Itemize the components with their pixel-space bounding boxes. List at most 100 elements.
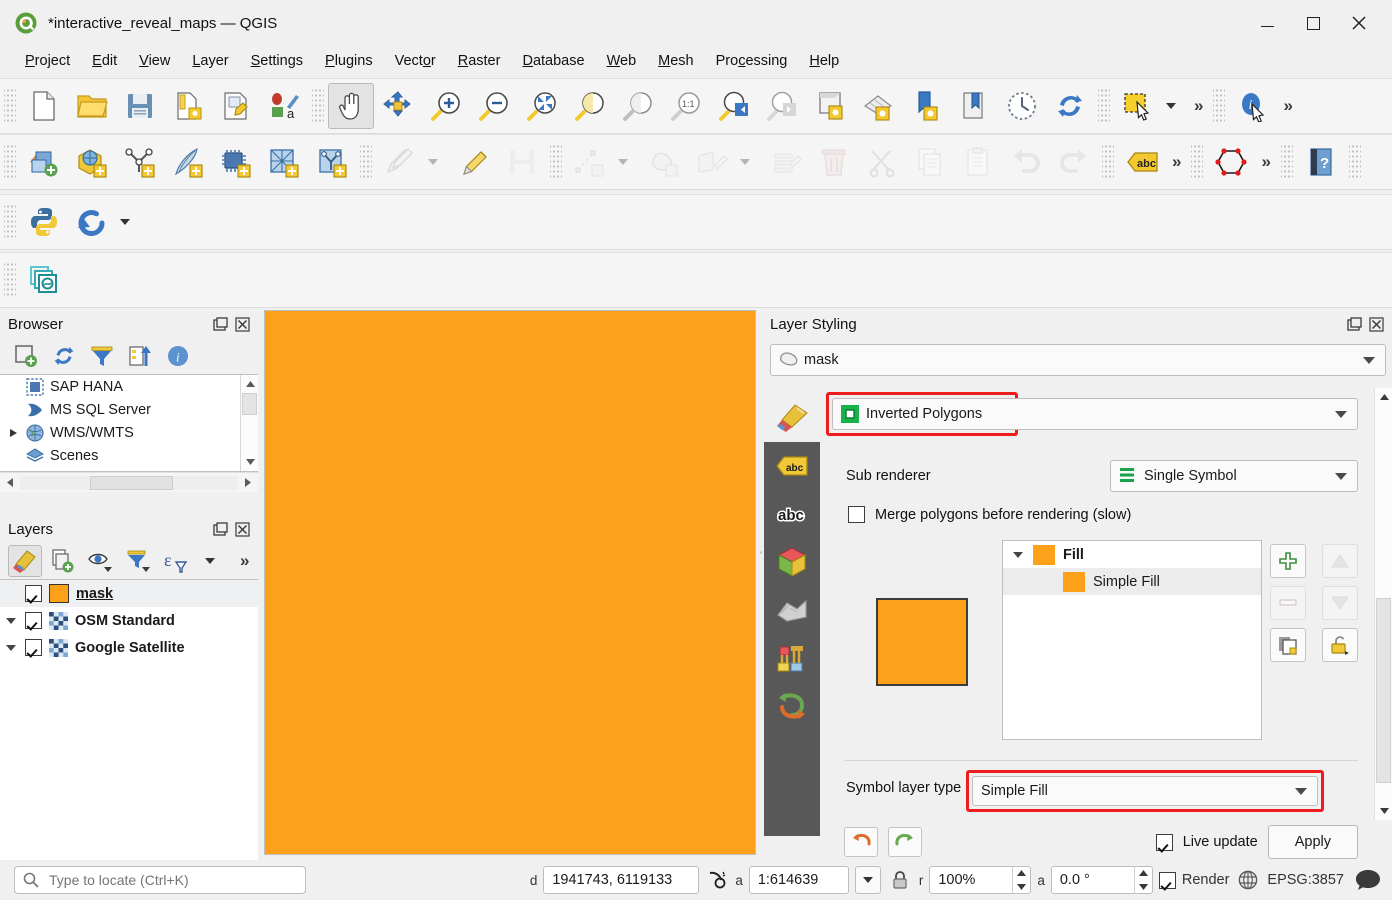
expand-toggle[interactable] (4, 645, 18, 651)
menu-web[interactable]: Web (596, 50, 648, 72)
label-toolbar-icon[interactable]: abc (1118, 138, 1166, 186)
scroll-up-button[interactable] (241, 375, 258, 393)
browser-item-scenes[interactable]: Scenes (0, 444, 258, 467)
menu-raster[interactable]: Raster (447, 50, 512, 72)
labels-tab[interactable]: abc (764, 442, 820, 490)
layer-selector-combo[interactable]: mask (770, 344, 1386, 376)
zoom-out-icon[interactable] (470, 82, 518, 130)
zoom-full-icon[interactable] (518, 82, 566, 130)
panel-splitter[interactable] (758, 310, 763, 855)
select-features-icon[interactable] (1114, 82, 1162, 130)
open-layer-styling-panel-icon[interactable] (8, 545, 42, 577)
stepper-down[interactable] (1135, 880, 1152, 894)
scroll-down-button[interactable] (241, 453, 258, 471)
menu-database[interactable]: Database (511, 50, 595, 72)
undock-icon[interactable] (1344, 315, 1364, 333)
scrollbar-thumb[interactable] (90, 476, 173, 490)
locator-widget[interactable] (14, 866, 306, 894)
menu-edit[interactable]: Edit (81, 50, 128, 72)
expand-toggle[interactable] (1011, 552, 1025, 558)
symbol-tree-row[interactable]: Simple Fill (1003, 568, 1261, 595)
close-icon[interactable] (1366, 315, 1386, 333)
merge-polygons-checkbox[interactable] (848, 506, 865, 523)
add-delimited-text-layer-icon[interactable] (164, 138, 212, 186)
current-edits-dropdown-icon[interactable] (424, 138, 450, 186)
new-map-view-icon[interactable] (806, 82, 854, 130)
new-bookmark-icon[interactable] (902, 82, 950, 130)
modify-attributes-2-icon[interactable] (762, 138, 810, 186)
redo-icon[interactable] (1050, 138, 1098, 186)
stepper-up[interactable] (1013, 866, 1030, 880)
add-wms-layer-icon[interactable] (68, 138, 116, 186)
add-postgis-layer-icon[interactable] (212, 138, 260, 186)
browser-horizontal-scrollbar[interactable] (0, 472, 258, 492)
undock-icon[interactable] (210, 520, 230, 538)
chevron-down-icon[interactable] (1335, 411, 1347, 418)
lock-color-button[interactable] (1322, 628, 1358, 662)
toolbar-overflow-icon[interactable]: » (1277, 96, 1298, 116)
map-canvas[interactable] (264, 310, 756, 855)
python-console-icon[interactable] (20, 198, 68, 246)
sub-renderer-combo[interactable]: Single Symbol (1110, 460, 1358, 492)
plugin-reload-dropdown-icon[interactable] (116, 198, 142, 246)
toolbar-handle[interactable] (1281, 145, 1293, 179)
add-line-feature-icon[interactable] (566, 138, 614, 186)
stepper-down[interactable] (1013, 880, 1030, 894)
add-spatialite-layer-icon[interactable] (308, 138, 356, 186)
add-feature-dropdown-icon[interactable] (614, 138, 640, 186)
add-vector-layer-icon[interactable] (116, 138, 164, 186)
masks-tab[interactable]: abc (764, 490, 820, 538)
scroll-up-button[interactable] (1375, 388, 1392, 406)
toolbar-handle[interactable] (4, 263, 16, 297)
open-data-source-manager-icon[interactable] (20, 138, 68, 186)
undo-icon[interactable] (1002, 138, 1050, 186)
toolbar-handle[interactable] (312, 89, 324, 123)
zoom-to-selection-icon[interactable] (566, 82, 614, 130)
apply-button[interactable]: Apply (1268, 825, 1358, 859)
toolbar-handle[interactable] (1098, 89, 1110, 123)
layer-styling-vertical-scrollbar[interactable] (1374, 388, 1392, 820)
delete-selected-icon[interactable] (810, 138, 858, 186)
scroll-left-button[interactable] (0, 473, 20, 493)
vertex-tool-icon[interactable] (640, 138, 688, 186)
layer-visibility-checkbox[interactable] (25, 585, 42, 602)
menu-help[interactable]: Help (798, 50, 850, 72)
zoom-last-icon[interactable] (710, 82, 758, 130)
refresh-icon[interactable] (1046, 82, 1094, 130)
collapse-all-icon[interactable] (122, 340, 158, 372)
zoom-next-icon[interactable] (758, 82, 806, 130)
crs-value[interactable]: EPSG:3857 (1267, 872, 1344, 888)
identify-features-icon[interactable]: i (1229, 82, 1277, 130)
duplicate-symbol-layer-button[interactable] (1270, 628, 1306, 662)
messages-log-icon[interactable] (1350, 869, 1386, 891)
symbology-tab[interactable] (764, 394, 820, 442)
magnifier-field[interactable]: 100% (929, 866, 1031, 894)
toolbar-overflow-icon[interactable]: » (1188, 96, 1209, 116)
close-icon[interactable] (232, 520, 252, 538)
move-symbol-layer-up-button[interactable] (1322, 544, 1358, 578)
browser-item-wms-wmts[interactable]: WMS/WMTS (0, 421, 258, 444)
lock-scale-icon[interactable] (887, 870, 913, 890)
help-contents-icon[interactable]: ? (1297, 138, 1345, 186)
layers-toolbar-overflow-icon[interactable]: » (234, 551, 255, 571)
rotation-field[interactable]: 0.0 ° (1051, 866, 1153, 894)
shape-digitizing-icon[interactable] (1207, 138, 1255, 186)
maximize-button[interactable] (1290, 0, 1336, 46)
close-button[interactable] (1336, 0, 1382, 46)
magnifier-stepper[interactable] (1012, 866, 1030, 894)
zoom-native-icon[interactable]: 1:1 (662, 82, 710, 130)
3d-view-tab[interactable] (764, 538, 820, 586)
layer-visibility-checkbox[interactable] (25, 639, 42, 656)
toolbar-handle[interactable] (1102, 145, 1114, 179)
menu-layer[interactable]: Layer (181, 50, 239, 72)
add-raster-layer-icon[interactable] (260, 138, 308, 186)
toggle-editing-icon[interactable] (450, 138, 498, 186)
filter-legend-by-expression-icon[interactable]: ε (158, 545, 194, 577)
pan-map-icon[interactable] (328, 83, 374, 129)
select-features-dropdown-icon[interactable] (1162, 82, 1188, 130)
undock-icon[interactable] (210, 315, 230, 333)
toolbar-handle[interactable] (4, 205, 16, 239)
refresh-icon[interactable] (46, 340, 82, 372)
style-manager-icon[interactable]: a (260, 82, 308, 130)
manage-layer-visibility-icon[interactable] (82, 545, 118, 577)
